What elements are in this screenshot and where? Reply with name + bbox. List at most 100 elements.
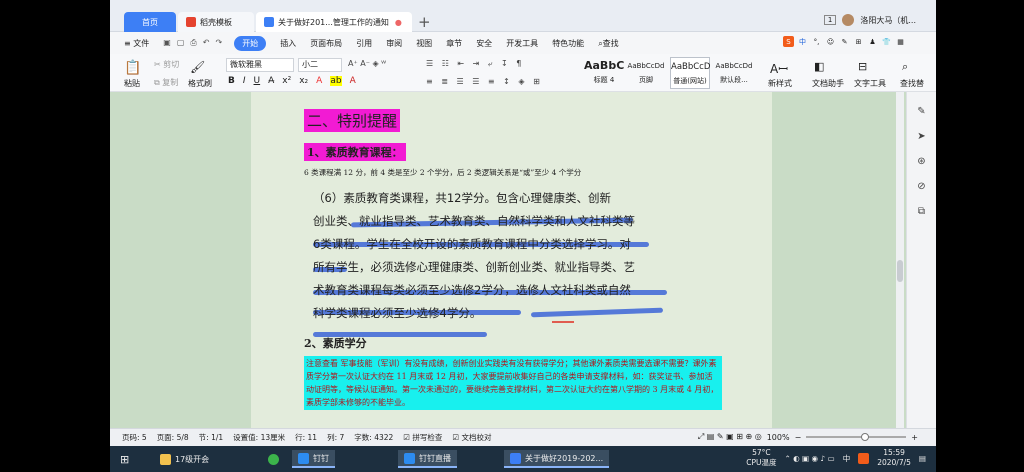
list-buttons[interactable]: ☰ ☷ ⇤ ⇥ ⤶ ↧ ¶ (426, 59, 524, 69)
find-icon[interactable]: ⌕ (902, 60, 908, 74)
style-heading4[interactable]: AaBbC 标题 4 (584, 57, 624, 89)
style-web[interactable]: AaBbCcD 普通(网站) (670, 57, 710, 89)
doc-helper-button[interactable]: 文档助手 (812, 78, 844, 89)
style-default[interactable]: AaBbCcDd 默认段... (714, 57, 754, 89)
ime-handwrite-icon[interactable]: ✎ (839, 36, 850, 47)
menu-references[interactable]: 引用 (356, 38, 372, 49)
ime-indicator[interactable]: 中 (843, 453, 851, 464)
menu-home[interactable]: 开始 (234, 35, 267, 51)
new-style-button[interactable]: 新样式 (768, 78, 792, 89)
spell-check-button[interactable]: ☑ 拼写检查 (403, 432, 442, 443)
text-tools-icon[interactable]: ⊟ (858, 60, 867, 73)
windows-start-icon[interactable]: ⊞ (114, 450, 135, 468)
font-size-select[interactable]: 小二 (298, 58, 342, 72)
document-page[interactable]: 二、特别提醒 1、素质教育课程： 6 类课程满 12 分，前 4 类是至少 2 … (251, 92, 772, 428)
ime-user-icon[interactable]: ♟ (867, 36, 878, 47)
avatar[interactable] (842, 14, 855, 26)
select-icon[interactable]: ➤ (907, 131, 936, 142)
new-style-icon[interactable]: Aꟷ (770, 60, 788, 77)
scroll-thumb[interactable] (897, 260, 903, 282)
ime-punct-icon[interactable]: °, (811, 36, 822, 47)
zoom-slider-knob[interactable] (861, 433, 870, 441)
font-family-select[interactable]: 微软雅黑 (226, 58, 294, 72)
ime-menu-icon[interactable]: ▦ (895, 36, 906, 47)
cut-button[interactable]: ✂ 剪切 (154, 59, 179, 70)
sogou-logo-icon[interactable]: S (783, 36, 794, 47)
menu-search[interactable]: ⌕查找 (598, 38, 618, 49)
status-word-count[interactable]: 字数: 4322 (354, 432, 393, 443)
underline-button[interactable]: U (254, 76, 261, 86)
notification-icon[interactable]: ▤ (919, 454, 926, 463)
limit-edit-icon[interactable]: ⊘ (907, 181, 936, 192)
proofread-button[interactable]: ☑ 文档校对 (452, 432, 491, 443)
copy-label: 复制 (162, 78, 179, 87)
view-mode-icons[interactable]: ⤢ ▤ ✎ ▣ ⊞ ⊕ ◎ (698, 432, 762, 442)
taskbar-dingtalk[interactable]: 钉钉 (292, 450, 335, 468)
menu-security[interactable]: 安全 (476, 38, 492, 49)
font-color-button[interactable]: A (316, 76, 322, 86)
superscript-button[interactable]: x² (282, 76, 291, 86)
style-footer[interactable]: AaBbCcDd 页脚 (626, 57, 666, 89)
menu-insert[interactable]: 插入 (280, 38, 296, 49)
menu-view[interactable]: 视图 (416, 38, 432, 49)
bold-button[interactable]: B (228, 76, 235, 86)
char-shading-button[interactable]: A (350, 76, 356, 86)
taskbar-wps[interactable]: 关于做好2019-202... (504, 450, 610, 468)
paste-button[interactable]: 粘贴 (124, 78, 140, 89)
format-painter-button[interactable]: 格式刷 (188, 78, 212, 89)
zoom-in-icon[interactable]: + (911, 433, 918, 442)
cpu-temp-label: CPU温度 (746, 458, 777, 467)
pen-icon[interactable]: ✎ (907, 106, 936, 117)
find-replace-button[interactable]: 查找替 (900, 78, 924, 89)
tab-document[interactable]: 关于做好201...管理工作的通知 ● (256, 12, 412, 32)
taskbar-folder[interactable]: 17级开会 (154, 450, 215, 468)
print-icon[interactable]: ⎙ (190, 38, 196, 48)
taskbar-live-label: 钉钉直播 (419, 453, 451, 463)
font-grow-shrink-icons[interactable]: A⁺ A⁻ ◈ ᵂ (348, 59, 386, 68)
redo-icon[interactable]: ↷ (215, 38, 222, 48)
tab-templates[interactable]: 稻壳模板 (178, 12, 254, 32)
save-icon[interactable]: ▣ (163, 38, 171, 48)
ime-keyboard-icon[interactable]: ⊞ (853, 36, 864, 47)
zoom-out-icon[interactable]: − (795, 433, 802, 442)
format-painter-icon[interactable]: 🖌 (190, 60, 205, 74)
text-tools-button[interactable]: 文字工具 (854, 78, 886, 89)
italic-button[interactable]: I (243, 76, 246, 86)
doc-helper-side-icon[interactable]: ⧉ (907, 206, 936, 217)
doc-helper-icon[interactable]: ◧ (814, 60, 824, 73)
menu-review[interactable]: 审阅 (386, 38, 402, 49)
tray-icons[interactable]: ⌃ ◐ ▣ ◉ ♪ ▭ (784, 454, 834, 463)
tab-home[interactable]: 首页 (124, 12, 176, 32)
taskbar-dingtalk-live[interactable]: 钉钉直播 (398, 450, 457, 468)
menu-chapter[interactable]: 章节 (446, 38, 462, 49)
ime-mode[interactable]: 中 (797, 36, 808, 47)
open-icon[interactable]: ▢ (177, 38, 185, 48)
status-page-number[interactable]: 页码: 5 (122, 432, 147, 443)
menu-file[interactable]: ≡ 文件 (124, 38, 149, 49)
paste-icon[interactable]: 📋 (124, 60, 141, 76)
align-buttons[interactable]: ≡ ≣ ☰ ☰ ≡ ↕ ◈ ⊞ (426, 77, 543, 86)
close-tab-icon[interactable]: ● (395, 18, 402, 27)
status-page[interactable]: 页面: 5/8 (157, 432, 189, 443)
format-icon[interactable]: ⊛ (907, 156, 936, 167)
ime-emoji-icon[interactable]: ☺ (825, 36, 836, 47)
strikethrough-button[interactable]: A̶ (268, 76, 274, 86)
subscript-button[interactable]: x₂ (299, 76, 308, 86)
taskbar-browser[interactable] (262, 450, 285, 468)
user-name[interactable]: 洛阳大马（机... (860, 15, 916, 26)
menu-page-layout[interactable]: 页面布局 (310, 38, 342, 49)
window-count-badge[interactable]: 1 (823, 15, 837, 25)
new-tab-icon[interactable]: + (418, 13, 431, 31)
cpu-temp[interactable]: 57°C CPU温度 (746, 448, 776, 468)
undo-icon[interactable]: ↶ (203, 38, 210, 48)
copy-button[interactable]: ⧉ 复制 (154, 77, 178, 88)
clock[interactable]: 15:59 2020/7/5 (877, 448, 911, 468)
menu-developer[interactable]: 开发工具 (506, 38, 538, 49)
vertical-scrollbar[interactable] (896, 92, 904, 428)
sogou-tray-icon[interactable] (858, 452, 870, 464)
menu-features[interactable]: 特色功能 (552, 38, 584, 49)
ime-skin-icon[interactable]: 👕 (881, 36, 892, 47)
highlight-button[interactable]: ab (330, 76, 342, 86)
zoom-level[interactable]: 100% (767, 433, 790, 442)
zoom-slider[interactable] (806, 433, 907, 441)
